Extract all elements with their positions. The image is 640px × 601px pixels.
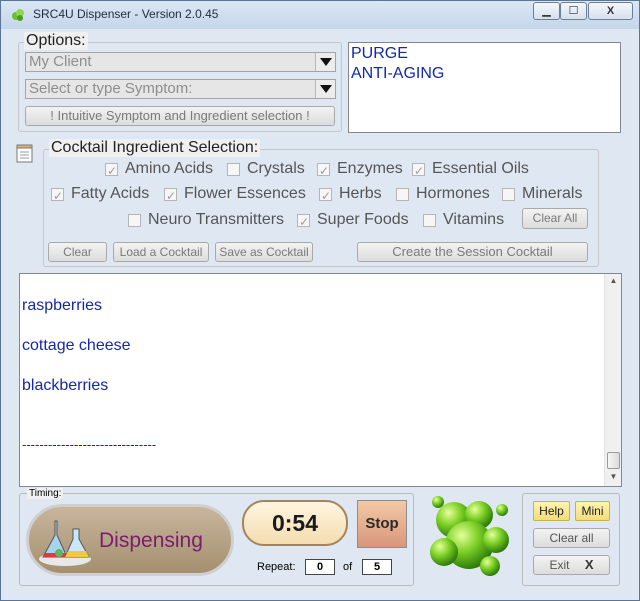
timing-label: Timing: [27,488,64,499]
ingredient-line: raspberries [22,297,103,314]
symptom-select[interactable]: Select or type Symptom: [25,79,336,99]
intuitive-selection-button[interactable]: ! Intuitive Symptom and Ingredient selec… [25,106,335,126]
help-button[interactable]: Help [533,501,570,521]
timer-display: 0:54 [242,500,348,546]
vertical-scrollbar[interactable]: ▲ ▼ [604,274,621,486]
client-select-text: My Client [29,53,92,70]
load-cocktail-button[interactable]: Load a Cocktail [113,242,209,262]
exit-button[interactable]: Exit X [533,555,610,575]
save-cocktail-button[interactable]: Save as Cocktail [215,242,313,262]
dispensing-status: Dispensing [26,504,234,576]
create-session-cocktail-button[interactable]: Create the Session Cocktail [357,242,588,262]
window-title: SRC4U Dispenser - Version 2.0.45 [33,7,219,21]
list-item[interactable]: ANTI-AGING [351,65,444,83]
title-bar[interactable]: SRC4U Dispenser - Version 2.0.45 ▁ ☐ X [1,1,639,29]
cocktail-label: Cocktail Ingredient Selection: [49,139,261,157]
chevron-down-icon[interactable] [315,80,335,98]
separator-line: ------------------------------- [22,437,157,452]
symptom-select-text: Select or type Symptom: [29,80,193,97]
chevron-down-icon[interactable] [315,53,335,71]
stop-label: Stop [365,515,399,532]
scroll-down-icon[interactable]: ▼ [607,472,620,484]
app-icon [12,9,24,21]
maximize-button[interactable]: ☐ [560,2,587,20]
close-button[interactable]: X [588,2,633,20]
ingredient-line: blackberries [22,377,109,394]
list-item[interactable]: PURGE [351,45,408,63]
ingredients-textarea[interactable]: raspberries cottage cheese blackberries … [19,273,622,487]
scroll-up-icon[interactable]: ▲ [607,276,620,288]
clear-button[interactable]: Clear [48,242,107,262]
timer-text: 0:54 [271,510,319,536]
repeat-label: Repeat: [257,561,296,573]
ingredient-line: cottage cheese [22,337,131,354]
mini-button[interactable]: Mini [575,501,610,521]
close-icon: X [584,557,594,572]
client-select[interactable]: My Client [25,52,336,72]
bubbles-logo [430,496,509,576]
stop-button[interactable]: Stop [357,500,407,548]
scroll-thumb[interactable] [607,452,620,469]
dispensing-text: Dispensing [99,529,203,552]
flask-icon [39,520,91,566]
repeat-total-field[interactable]: 5 [362,559,392,575]
clear-all-button[interactable]: Clear all [533,528,610,548]
exit-label: Exit [549,558,570,572]
options-label: Options: [24,32,88,50]
notepad-icon[interactable] [16,143,34,163]
minimize-button[interactable]: ▁ [533,2,560,20]
selected-symptoms-list[interactable]: PURGE ANTI-AGING [348,42,621,133]
clear-all-ingredients-button[interactable]: Clear All [522,208,588,229]
of-label: of [343,561,353,573]
repeat-count-field[interactable]: 0 [305,559,335,575]
